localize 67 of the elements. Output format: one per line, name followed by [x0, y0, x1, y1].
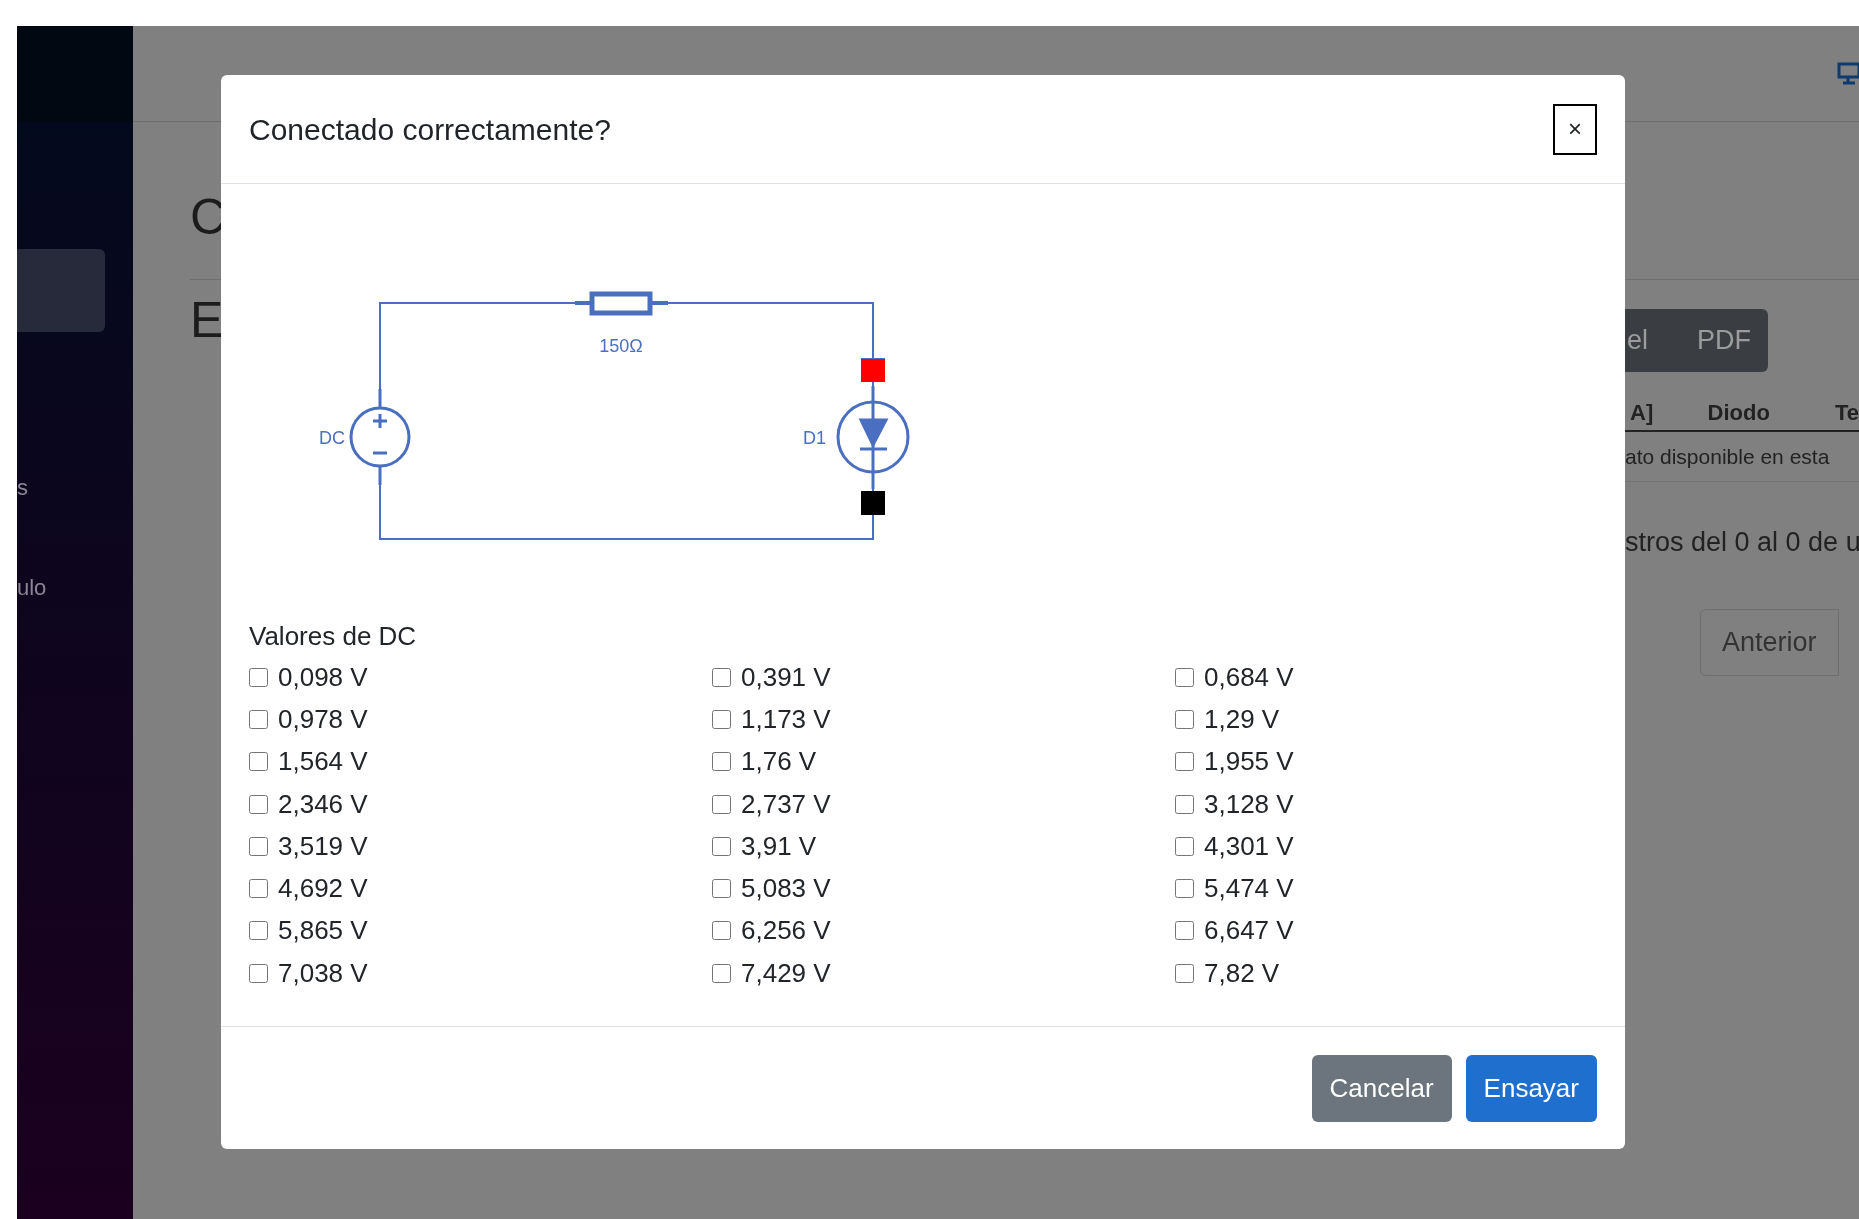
column-header: A]	[1630, 398, 1655, 427]
value-checkbox[interactable]	[712, 709, 731, 729]
value-checkbox[interactable]	[249, 667, 268, 687]
records-info: stros del 0 al 0 de u	[1625, 526, 1859, 559]
close-button[interactable]: ×	[1553, 103, 1597, 155]
value-checkbox[interactable]	[1175, 921, 1194, 941]
source-label: DC	[319, 428, 345, 448]
value-checkbox[interactable]	[249, 752, 268, 772]
column-header: Te	[1834, 398, 1859, 427]
value-label: 5,865 V	[278, 914, 368, 948]
resistor-label: 150Ω	[599, 336, 643, 356]
column-header: Diodo	[1707, 398, 1771, 427]
value-checkbox[interactable]	[249, 963, 268, 983]
value-label: 2,737 V	[741, 787, 831, 821]
value-label: 6,256 V	[741, 914, 831, 948]
value-label: 3,128 V	[1204, 787, 1294, 821]
value-label: 5,083 V	[741, 872, 831, 906]
modal-title: Conectado correctamente?	[249, 111, 611, 148]
export-button[interactable]: el	[1625, 320, 1697, 361]
sidebar-item[interactable]: s	[17, 471, 133, 501]
value-label: 1,564 V	[278, 745, 368, 779]
value-checkbox[interactable]	[1175, 879, 1194, 899]
value-label: 7,038 V	[278, 956, 368, 990]
value-checkbox[interactable]	[712, 879, 731, 899]
value-label: 4,692 V	[278, 872, 368, 906]
value-checkbox[interactable]	[249, 709, 268, 729]
value-label: 1,29 V	[1204, 702, 1280, 736]
value-label: 2,346 V	[278, 787, 368, 821]
values-label: Valores de DC	[249, 620, 417, 653]
value-checkbox[interactable]	[1175, 709, 1194, 729]
value-label: 1,173 V	[741, 702, 831, 736]
pagination-button[interactable]: Anterior	[1700, 608, 1839, 676]
value-label: 0,978 V	[278, 702, 368, 736]
value-checkbox[interactable]	[1175, 963, 1194, 983]
value-label: 0,098 V	[278, 660, 368, 694]
value-checkbox[interactable]	[249, 879, 268, 899]
value-label: 7,429 V	[741, 956, 831, 990]
value-checkbox[interactable]	[1175, 794, 1194, 814]
value-label: 3,91 V	[741, 829, 817, 863]
value-label: 4,301 V	[1204, 829, 1294, 863]
value-checkbox[interactable]	[1175, 836, 1194, 856]
value-label: 6,647 V	[1204, 914, 1294, 948]
value-checkbox[interactable]	[712, 963, 731, 983]
value-checkbox[interactable]	[712, 921, 731, 941]
value-checkbox[interactable]	[249, 921, 268, 941]
value-label: 1,955 V	[1204, 745, 1294, 779]
value-checkbox[interactable]	[712, 752, 731, 772]
value-label: 0,391 V	[741, 660, 831, 694]
value-checkbox[interactable]	[1175, 752, 1194, 772]
diode-label: D1	[803, 428, 826, 448]
value-label: 5,474 V	[1204, 872, 1294, 906]
monitor-icon[interactable]	[1837, 62, 1859, 86]
value-checkbox[interactable]	[712, 794, 731, 814]
value-label: 1,76 V	[741, 745, 817, 779]
value-checkbox[interactable]	[1175, 667, 1194, 687]
value-label: 0,684 V	[1204, 660, 1294, 694]
cancel-button[interactable]: Cancelar	[1311, 1054, 1452, 1122]
value-label: 3,519 V	[278, 829, 368, 863]
submit-button[interactable]: Ensayar	[1465, 1054, 1597, 1122]
sidebar-item[interactable]: ulo	[17, 571, 133, 601]
value-checkbox[interactable]	[712, 836, 731, 856]
value-checkbox[interactable]	[249, 794, 268, 814]
page-subheading: E	[189, 295, 224, 345]
value-checkbox[interactable]	[712, 667, 731, 687]
value-label: 7,82 V	[1204, 956, 1280, 990]
export-button[interactable]: PDF	[1697, 320, 1751, 361]
value-checkbox[interactable]	[249, 836, 268, 856]
